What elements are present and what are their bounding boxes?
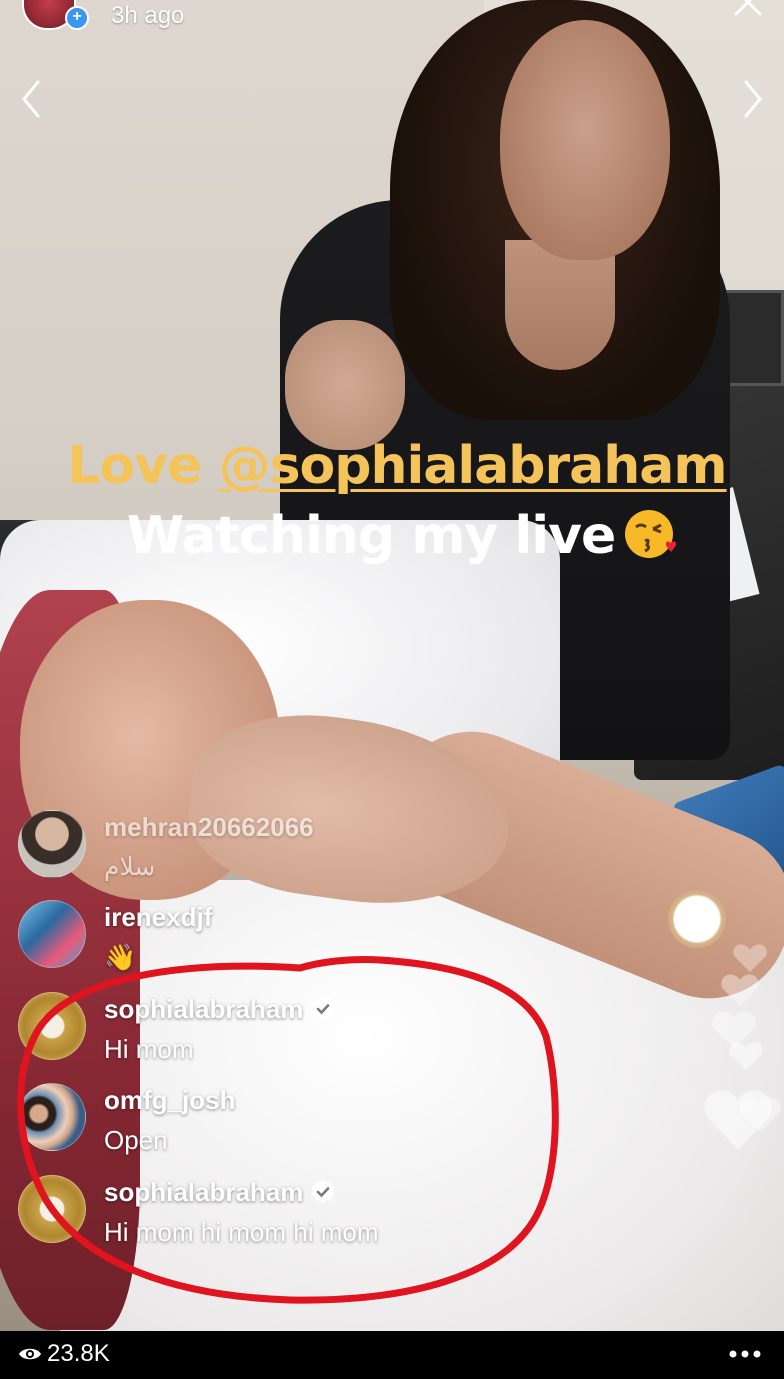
comment-item: sophialabraham Hi mom hi mom hi mom	[18, 1175, 578, 1255]
caption-prefix: Love	[67, 436, 219, 496]
heart-icon	[712, 1011, 756, 1048]
comment-text: Hi mom	[104, 1034, 194, 1064]
comment-text: Open	[104, 1125, 168, 1155]
kissing-face-with-heart-icon	[623, 507, 677, 561]
comment-username[interactable]: irenexdjf	[104, 902, 212, 933]
heart-icon	[733, 944, 767, 972]
bottom-bar: 23.8K	[0, 1331, 784, 1379]
comment-username[interactable]: omfg_josh	[104, 1085, 235, 1116]
commenter-avatar[interactable]	[18, 900, 86, 968]
previous-chevron-icon[interactable]	[16, 78, 46, 120]
comment-username[interactable]: mehran20662066	[104, 812, 314, 843]
story-timestamp: 3h ago	[111, 2, 185, 29]
more-options-icon[interactable]	[728, 1341, 762, 1367]
commenter-avatar[interactable]	[18, 1083, 86, 1151]
close-icon[interactable]	[730, 0, 766, 22]
caption-line-2: Watching my live	[0, 506, 784, 566]
comment-username-text: sophialabraham	[104, 994, 304, 1024]
comment-username-text: sophialabraham	[104, 1177, 304, 1207]
comment-item: sophialabraham Hi mom	[18, 992, 578, 1072]
caption-line-1: Love @sophialabraham	[0, 436, 784, 496]
comment-item: irenexdjf 👋	[18, 900, 578, 980]
verified-badge-icon	[311, 996, 336, 1021]
comment-text: Hi mom hi mom hi mom	[104, 1217, 379, 1247]
heart-icon	[729, 1042, 763, 1070]
add-story-badge: +	[65, 6, 89, 30]
verified-badge-icon	[311, 1179, 336, 1204]
commenter-avatar[interactable]	[18, 992, 86, 1060]
next-chevron-icon[interactable]	[738, 78, 768, 120]
commenter-avatar[interactable]	[18, 1175, 86, 1243]
comment-username[interactable]: sophialabraham	[104, 994, 337, 1025]
heart-icon	[721, 974, 759, 1006]
viewer-count-text: 23.8K	[47, 1340, 110, 1367]
standing-person-face	[500, 20, 670, 260]
eye-icon	[19, 1348, 41, 1360]
comment-username[interactable]: sophialabraham	[104, 1177, 337, 1208]
viewer-count[interactable]: 23.8K	[18, 1340, 110, 1368]
commenter-avatar[interactable]	[18, 810, 86, 878]
floating-hearts	[704, 944, 781, 1150]
comment-text: 👋	[104, 942, 137, 972]
caption-text: Watching my live	[126, 506, 616, 566]
comment-item: omfg_josh Open	[18, 1083, 578, 1163]
comment-item: mehran20662066 سلام	[18, 810, 578, 890]
comment-text: سلام	[104, 853, 156, 881]
caption-mention-link[interactable]: @sophialabraham	[219, 436, 728, 496]
standing-person-hand	[285, 320, 405, 450]
